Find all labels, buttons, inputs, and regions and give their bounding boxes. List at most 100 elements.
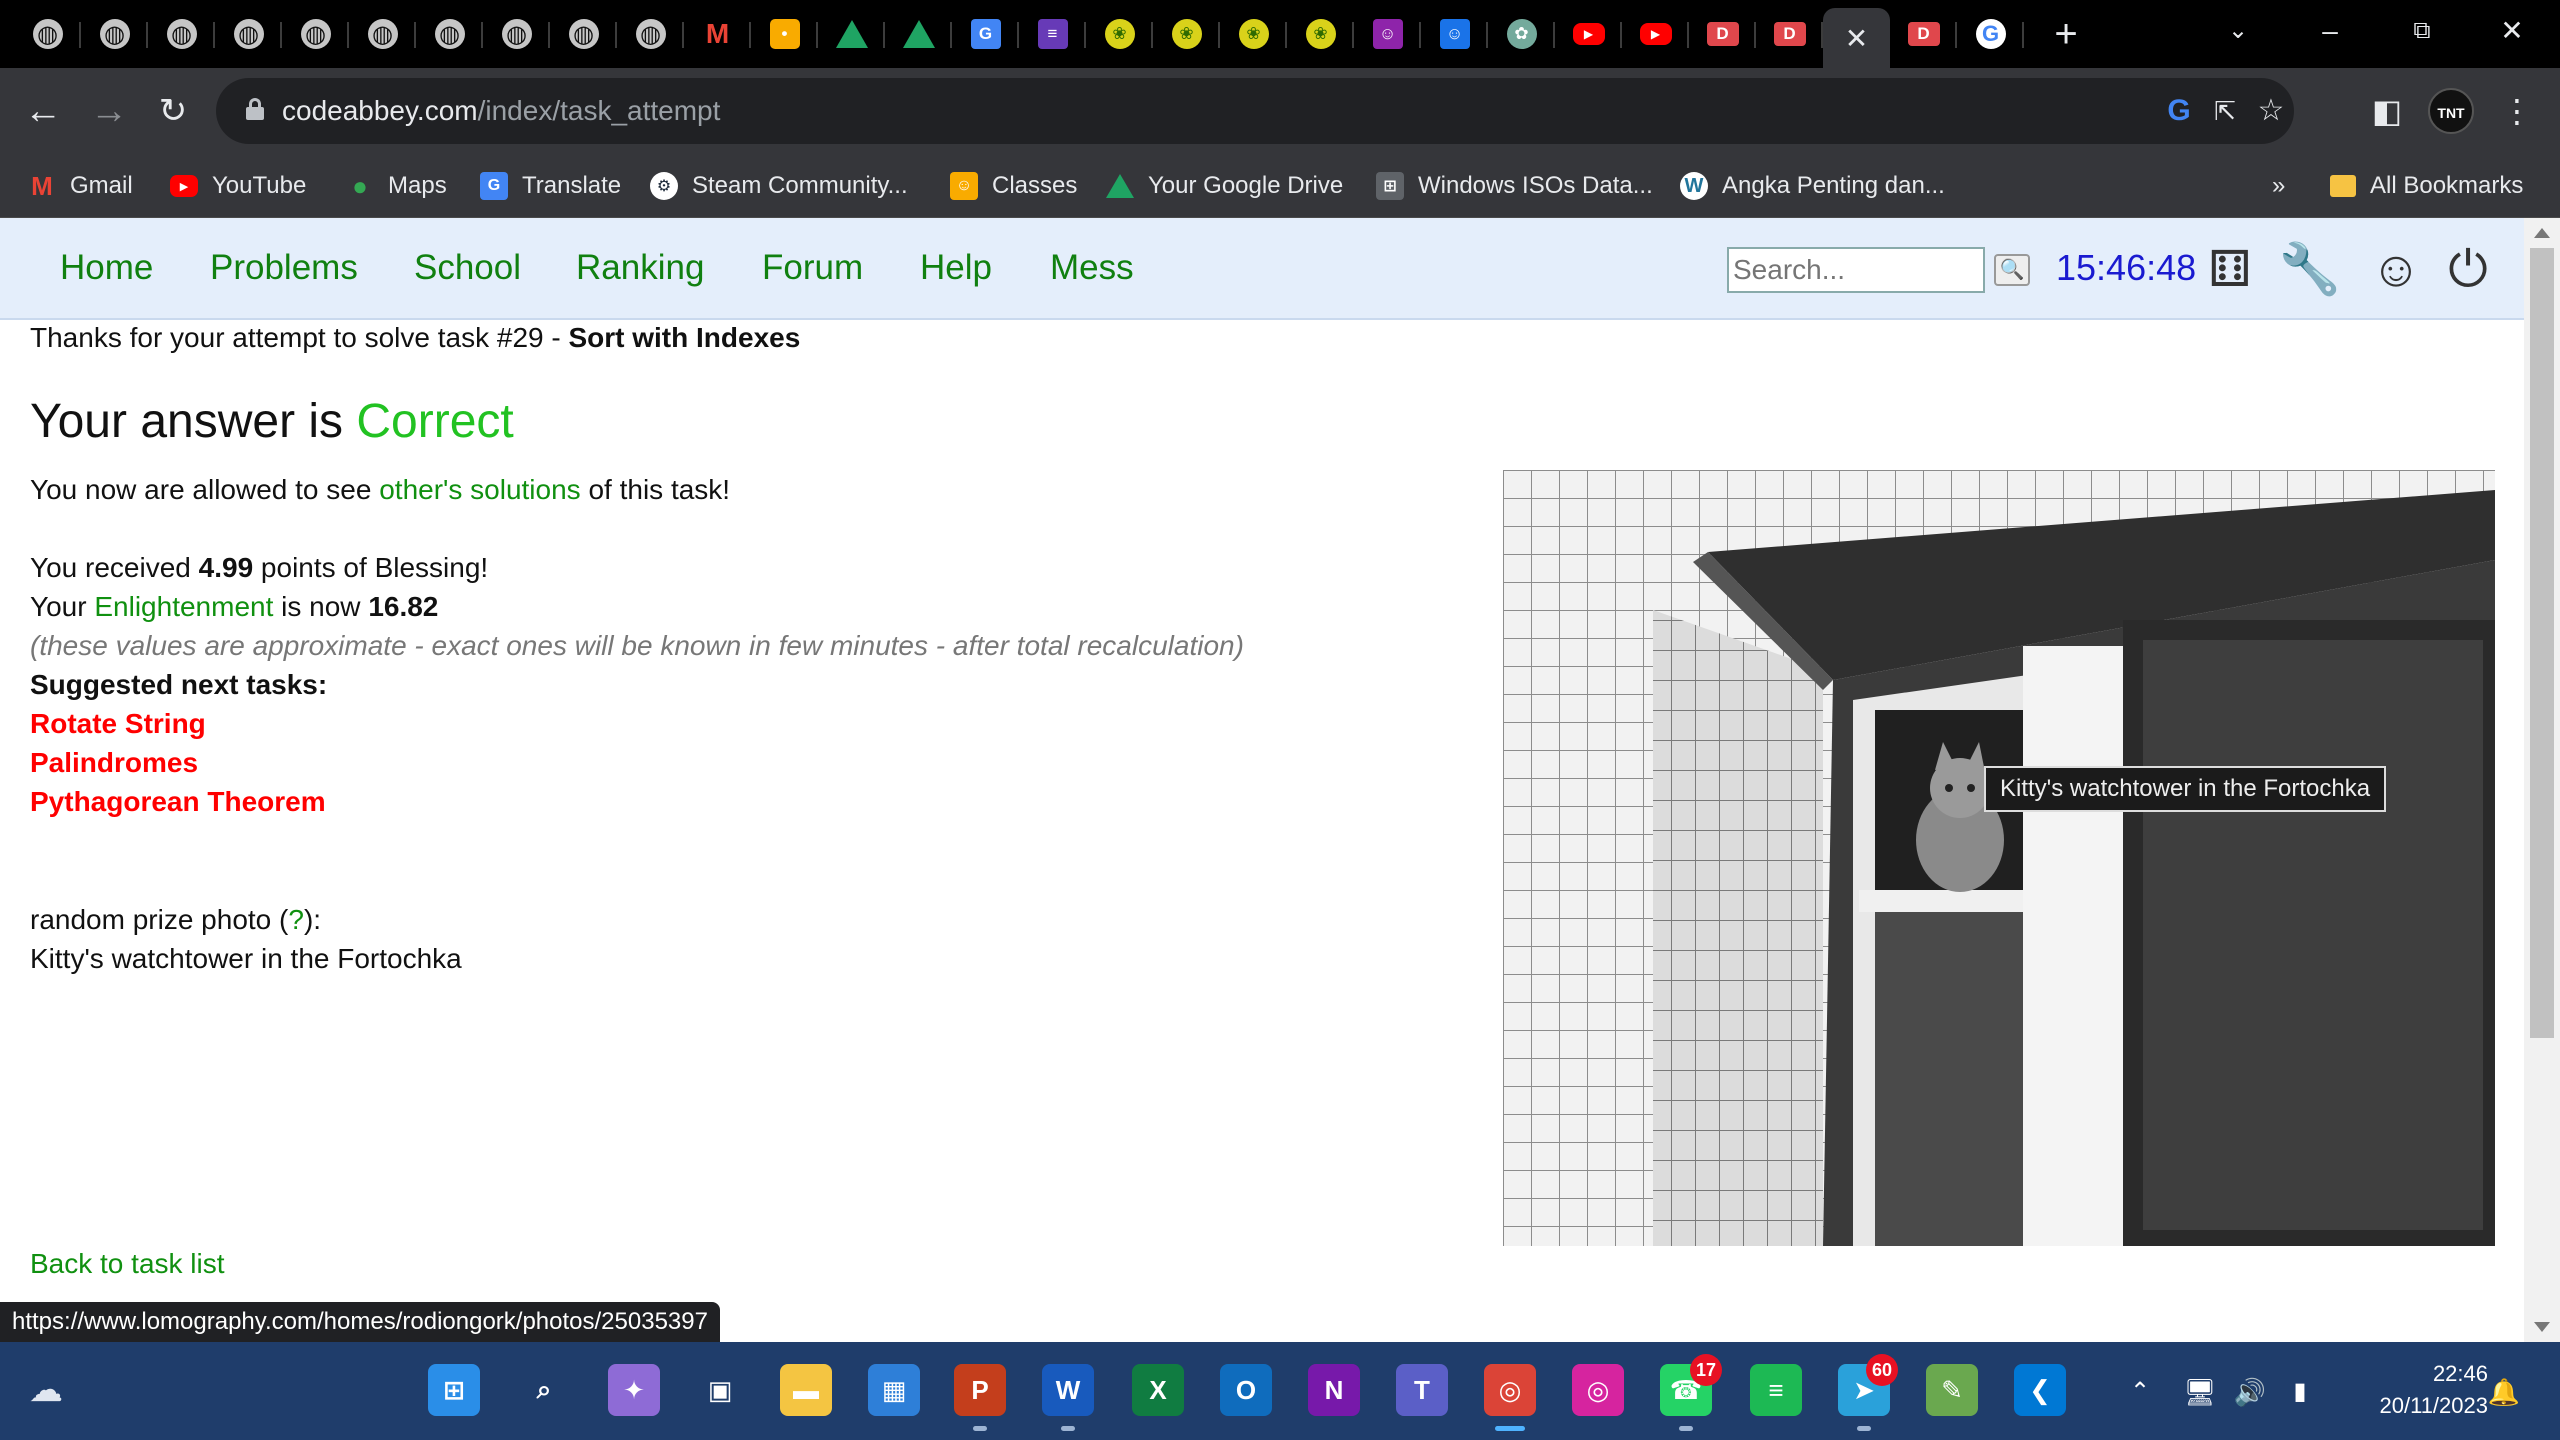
bookmark-your-google-drive[interactable]: Your Google Drive <box>1106 154 1343 218</box>
menu-kebab-icon[interactable]: ⋮ <box>2492 86 2542 136</box>
nav-mess[interactable]: Mess <box>1050 218 1134 318</box>
browser-tab[interactable]: ✿ <box>1488 8 1555 60</box>
network-icon[interactable]: 🖥 <box>2180 1372 2220 1412</box>
onenote-icon[interactable]: N <box>1308 1364 1360 1416</box>
new-tab-button[interactable]: + <box>2046 12 2086 56</box>
scroll-down-arrow[interactable] <box>2534 1322 2550 1332</box>
close-tab-icon[interactable]: ✕ <box>1842 23 1872 54</box>
bookmark-classes[interactable]: ☺ Classes <box>950 154 1077 218</box>
powerpoint-icon[interactable]: P <box>954 1364 1006 1416</box>
browser-tab[interactable]: ◍ <box>349 8 416 60</box>
windows-start-icon[interactable]: ⊞ <box>428 1364 480 1416</box>
word-icon[interactable]: W <box>1042 1364 1094 1416</box>
search-button[interactable]: 🔍 <box>1994 254 2030 286</box>
browser-tab[interactable]: ≡ <box>1019 8 1086 60</box>
all-bookmarks-button[interactable]: All Bookmarks <box>2330 154 2523 218</box>
notepad-icon[interactable]: ✎ <box>1926 1364 1978 1416</box>
dice-icon[interactable]: ⚅ <box>2198 240 2262 298</box>
google-lens-icon[interactable]: G <box>2160 92 2198 130</box>
page-scrollbar[interactable] <box>2524 218 2560 1342</box>
lock-icon[interactable] <box>246 98 264 120</box>
scroll-thumb[interactable] <box>2530 248 2554 1038</box>
bookmark-angka-penting-dan[interactable]: W Angka Penting dan... <box>1680 154 1945 218</box>
browser-tab[interactable]: ◍ <box>416 8 483 60</box>
browser-tab[interactable]: ❀ <box>1086 8 1153 60</box>
side-panel-icon[interactable]: ◧ <box>2362 86 2412 136</box>
excel-icon[interactable]: X <box>1132 1364 1184 1416</box>
vscode-icon[interactable]: ❮ <box>2014 1364 2066 1416</box>
browser-tab[interactable]: ❀ <box>1287 8 1354 60</box>
browser-tab[interactable]: G <box>1957 8 2024 60</box>
browser-tab[interactable]: ◍ <box>81 8 148 60</box>
spotify-icon[interactable]: ≡ <box>1750 1364 1802 1416</box>
show-hidden-icons[interactable]: ⌃ <box>2120 1372 2160 1412</box>
prize-help-link[interactable]: ? <box>288 904 304 935</box>
bookmark-windows-isos-data[interactable]: ⊞ Windows ISOs Data... <box>1376 154 1653 218</box>
browser-tab[interactable]: ☺ <box>1421 8 1488 60</box>
browser-tab[interactable]: ◍ <box>148 8 215 60</box>
instagram-icon[interactable]: ◎ <box>1572 1364 1624 1416</box>
prize-photo[interactable] <box>1503 470 2495 1246</box>
nav-school[interactable]: School <box>414 218 521 318</box>
url-text[interactable]: codeabbey.com/index/task_attempt <box>282 78 720 144</box>
browser-tab[interactable]: ◍ <box>550 8 617 60</box>
bookmark-gmail[interactable]: M Gmail <box>28 154 133 218</box>
bookmark-youtube[interactable]: ▶ YouTube <box>170 154 306 218</box>
browser-tab[interactable]: ❀ <box>1153 8 1220 60</box>
restore-icon[interactable]: ⧉ <box>2394 6 2450 56</box>
minimize-icon[interactable]: – <box>2302 6 2358 56</box>
tab-active[interactable]: ✕ <box>1823 8 1890 68</box>
back-icon[interactable]: ← <box>18 86 68 136</box>
site-search-input[interactable] <box>1727 247 1985 293</box>
task-view-icon[interactable]: ▣ <box>694 1364 746 1416</box>
copilot-icon[interactable]: ✦ <box>608 1364 660 1416</box>
close-window-icon[interactable]: ✕ <box>2484 6 2540 56</box>
browser-tab[interactable]: G <box>952 8 1019 60</box>
chrome-icon[interactable]: ◎ <box>1484 1364 1536 1416</box>
nav-help[interactable]: Help <box>920 218 992 318</box>
file-explorer-icon[interactable]: ▬ <box>780 1364 832 1416</box>
browser-tab[interactable]: D <box>1756 8 1823 60</box>
weather-cloud-icon[interactable]: ☁ <box>20 1364 72 1416</box>
profile-avatar[interactable]: TNT <box>2428 88 2474 134</box>
browser-tab[interactable]: ◍ <box>215 8 282 60</box>
nav-problems[interactable]: Problems <box>210 218 358 318</box>
clock-date[interactable]: 22:46 20/11/2023 <box>2338 1358 2488 1422</box>
scroll-up-arrow[interactable] <box>2534 228 2550 238</box>
notification-bell-icon[interactable]: 🔔 <box>2484 1372 2524 1412</box>
nav-home[interactable]: Home <box>60 218 153 318</box>
suggested-task-link[interactable]: Rotate String <box>30 708 206 740</box>
browser-tab[interactable]: ◍ <box>617 8 684 60</box>
battery-icon[interactable]: ▮ <box>2280 1372 2320 1412</box>
nav-ranking[interactable]: Ranking <box>576 218 704 318</box>
suggested-task-link[interactable]: Palindromes <box>30 747 198 779</box>
forward-icon[interactable]: → <box>84 86 134 136</box>
power-logout-icon[interactable]: ⏻ <box>2436 240 2500 298</box>
enlightenment-link[interactable]: Enlightenment <box>94 591 273 622</box>
browser-tab[interactable]: D <box>1890 8 1957 60</box>
user-profile-icon[interactable]: ☺ <box>2364 240 2428 298</box>
bookmark-steam-community[interactable]: ⚙ Steam Community... <box>650 154 908 218</box>
tab-search-icon[interactable]: ⌄ <box>2210 6 2266 56</box>
volume-icon[interactable]: 🔊 <box>2230 1372 2270 1412</box>
browser-tab[interactable]: • <box>751 8 818 60</box>
search-icon[interactable]: ⌕ <box>518 1364 570 1416</box>
others-solutions-link[interactable]: other's solutions <box>379 474 580 505</box>
outlook-icon[interactable]: O <box>1220 1364 1272 1416</box>
wrench-icon[interactable]: 🔧 <box>2278 240 2342 298</box>
microsoft-store-icon[interactable]: ▦ <box>868 1364 920 1416</box>
browser-tab[interactable]: ❀ <box>1220 8 1287 60</box>
nav-forum[interactable]: Forum <box>762 218 863 318</box>
browser-tab[interactable]: ◍ <box>14 8 81 60</box>
browser-tab[interactable]: ☺ <box>1354 8 1421 60</box>
browser-tab[interactable]: ▶ <box>1622 8 1689 60</box>
bookmark-translate[interactable]: G Translate <box>480 154 621 218</box>
bookmarks-overflow-button[interactable]: » <box>2272 154 2285 218</box>
share-icon[interactable]: ⇱ <box>2206 92 2244 130</box>
address-bar[interactable]: codeabbey.com/index/task_attempt G ⇱ ☆ <box>216 78 2294 144</box>
browser-tab[interactable]: M <box>684 8 751 60</box>
browser-tab[interactable] <box>818 8 885 60</box>
browser-tab[interactable]: ◍ <box>483 8 550 60</box>
bookmark-star-icon[interactable]: ☆ <box>2252 92 2290 130</box>
browser-tab[interactable]: ▶ <box>1555 8 1622 60</box>
